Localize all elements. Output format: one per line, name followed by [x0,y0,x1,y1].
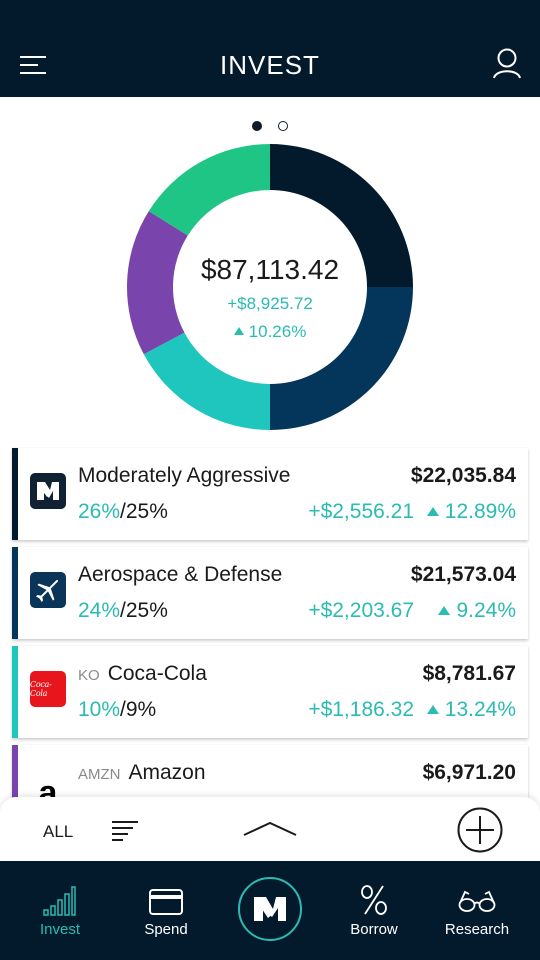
profile-button[interactable] [492,48,522,80]
holding-value: $21,573.04 [410,563,516,586]
page-dot-active[interactable] [251,120,262,131]
glasses-icon [458,890,496,912]
holding-card[interactable]: Coca-Cola KO Coca-Cola $8,781.67 10%/9% +… [12,646,528,738]
holding-value: $8,781.67 [422,662,516,685]
tab-borrow[interactable]: Borrow [328,861,420,960]
holding-name-text: Coca-Cola [107,662,207,685]
tab-research[interactable]: Research [430,861,524,960]
add-circle-icon [457,807,503,853]
page-title: INVEST [220,50,320,80]
target-allocation: /9% [120,698,157,721]
up-arrow-icon [426,705,439,714]
expand-button[interactable] [242,819,298,839]
holding-ticker: AMZN [78,766,121,783]
percent-icon [361,885,387,915]
sort-icon-line [112,827,133,829]
holding-gain-percent: 13.24% [426,698,516,722]
up-arrow-icon [426,507,439,516]
holding-gain-percent-value: 9.24% [456,599,516,622]
tab-research-label: Research [444,921,510,938]
target-allocation: /25% [120,500,168,523]
tab-invest-label: Invest [39,921,81,938]
m1-home-button[interactable] [238,877,302,941]
m1-logo-icon [254,897,286,921]
bottom-tab-bar: Invest Spend Borrow Research [0,861,540,960]
airplane-icon [30,572,66,608]
holding-color-bar [12,448,18,540]
tab-spend[interactable]: Spend [120,861,212,960]
holding-card[interactable]: Aerospace & Defense $21,573.04 24%/25% +… [12,547,528,639]
holding-gain: +$2,556.21 [308,500,414,523]
coca-cola-logo-icon: Coca-Cola [30,671,66,707]
holding-value: $6,971.20 [422,761,516,784]
holding-card[interactable]: Moderately Aggressive $22,035.84 26%/25%… [12,448,528,540]
current-allocation: 10% [78,698,121,721]
tab-spend-label: Spend [144,921,188,938]
holding-gain: +$1,186.32 [308,698,414,721]
sort-icon-line [112,833,128,835]
holding-gain-percent-value: 12.89% [444,500,516,523]
holding-allocation: 10%/9% [78,698,156,722]
current-allocation: 26% [78,500,121,523]
page-indicator [0,117,540,131]
target-allocation: /25% [120,599,168,622]
portfolio-total-value: $87,113.42 [200,254,340,285]
holding-gain-percent: 9.24% [438,599,516,623]
holding-name: KO Coca-Cola [78,662,207,686]
add-button[interactable] [457,807,503,853]
sort-icon-line [112,839,123,841]
tab-invest[interactable]: Invest [14,861,106,960]
holding-allocation: 26%/25% [78,500,168,524]
holding-ticker: KO [78,667,100,684]
holding-name: AMZN Amazon [78,761,206,785]
portfolio-total-gain: +$8,925.72 [227,294,313,313]
user-profile-icon [493,48,521,79]
holding-allocation: 24%/25% [78,599,168,623]
holding-color-bar [12,547,18,639]
holding-gain-percent-value: 13.24% [444,698,516,721]
filter-all-button[interactable]: ALL [43,822,73,842]
allocation-donut-chart[interactable]: $87,113.42 +$8,925.72 10.26% [127,144,413,430]
bar-signal-icon [43,886,76,916]
holding-value: $22,035.84 [410,464,516,487]
holding-color-bar [12,646,18,738]
holding-gain: +$2,203.67 [308,599,414,622]
donut-center: $87,113.42 +$8,925.72 10.26% [127,144,413,430]
credit-card-icon [149,889,183,915]
chevron-up-icon [243,821,297,836]
portfolio-gain-percent-value: 10.26% [248,322,307,341]
page-dot-inactive[interactable] [278,120,289,131]
m1-logo-icon [30,473,66,509]
current-allocation: 24% [78,599,121,622]
tab-borrow-label: Borrow [350,921,398,938]
sort-button[interactable] [112,819,138,841]
filter-bar: ALL [0,797,540,861]
up-arrow-icon [233,327,244,335]
sort-icon [112,821,138,823]
holding-gain-percent: 12.89% [426,500,516,524]
portfolio-gain-percent: 10.26% [127,322,413,342]
holding-name-text: Amazon [128,761,206,784]
up-arrow-icon [438,606,451,615]
coca-cola-logo-text: Coca-Cola [30,680,52,698]
holding-name: Moderately Aggressive [78,464,291,487]
app-header: INVEST [0,0,540,97]
holding-name: Aerospace & Defense [78,563,283,586]
